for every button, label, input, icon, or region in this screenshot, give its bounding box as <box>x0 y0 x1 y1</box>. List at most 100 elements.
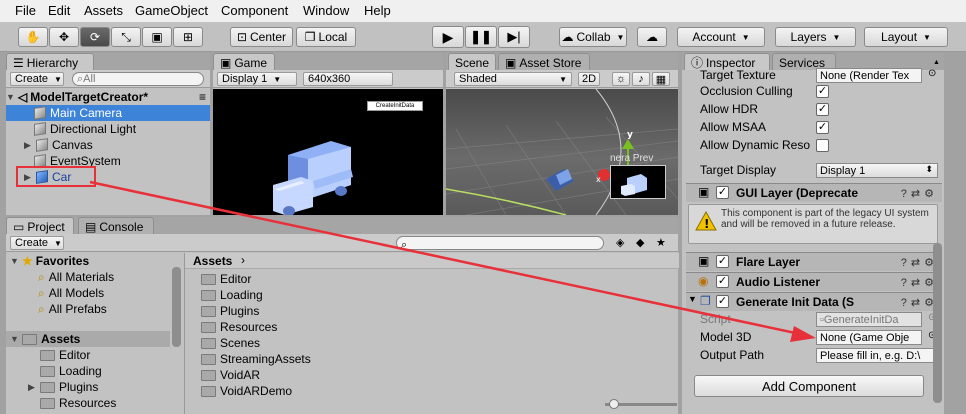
zoom-slider-thumb[interactable] <box>609 399 619 409</box>
scale-tool-button[interactable]: ⤡ <box>111 27 141 47</box>
mode-2d-toggle[interactable]: 2D <box>578 72 600 86</box>
menu-file[interactable]: File <box>15 3 36 18</box>
collab-dropdown[interactable]: ☁ Collab ▼ <box>559 27 627 47</box>
tree-folder-plugins[interactable]: ▶ Plugins <box>28 379 98 395</box>
folder-scenes[interactable]: Scenes <box>201 335 260 351</box>
audio-listener-header[interactable]: ◉ ✓ Audio Listener ?⇄⚙ <box>686 272 942 291</box>
filter-type-icon[interactable]: ◈ <box>616 236 624 249</box>
menu-gameobject[interactable]: GameObject <box>135 3 208 18</box>
generate-init-data-header[interactable]: ▼ ❐ ✓ Generate Init Data (S ?⇄⚙ <box>686 292 942 311</box>
layout-dropdown[interactable]: Layout ▼ <box>864 27 948 47</box>
expand-arrow-icon[interactable]: ▼ <box>688 294 697 304</box>
assets-tree-root[interactable]: ▼ Assets <box>6 331 170 347</box>
model-3d-field[interactable]: None (Game Obje <box>816 330 922 345</box>
hierarchy-item-canvas[interactable]: ▶ Canvas <box>6 137 210 153</box>
expand-arrow-icon[interactable]: ▶ <box>28 382 40 393</box>
allow-msaa-row: Allow MSAA ✓ <box>682 118 940 136</box>
folder-resources[interactable]: Resources <box>201 319 277 335</box>
menu-icon[interactable]: ≡ <box>199 90 206 104</box>
target-texture-field[interactable]: None (Render Tex <box>816 68 922 83</box>
game-viewport[interactable]: CreateInitData <box>213 89 443 216</box>
audio-listener-enabled-checkbox[interactable]: ✓ <box>716 275 729 288</box>
hierarchy-item-directional-light[interactable]: Directional Light <box>6 121 210 137</box>
folder-label: Loading <box>59 364 102 378</box>
pause-button[interactable]: ❚❚ <box>465 26 497 48</box>
tab-asset-store[interactable]: ▣ Asset Store <box>498 53 590 70</box>
create-init-data-button[interactable]: CreateInitData <box>367 101 423 111</box>
play-button[interactable]: ▶ <box>432 26 464 48</box>
transform-tool-button[interactable]: ⊞ <box>173 27 203 47</box>
cloud-icon: ☁ <box>646 30 658 44</box>
scroll-up-icon[interactable]: ▲ <box>933 59 941 66</box>
expand-arrow-icon: ▼ <box>6 92 15 102</box>
tab-project[interactable]: ▭ Project <box>6 217 74 234</box>
gui-layer-header[interactable]: ▣ ✓ GUI Layer (Deprecate ?⇄⚙ <box>686 183 942 202</box>
scene-viewport[interactable]: y z x nera Prev <box>445 88 679 216</box>
breadcrumb-assets[interactable]: Assets <box>193 254 232 268</box>
star-icon: ★ <box>22 254 33 268</box>
favorite-all-materials[interactable]: ⌕ All Materials <box>38 269 114 285</box>
allow-dynamic-resolution-checkbox[interactable] <box>816 139 829 152</box>
tab-console[interactable]: ▤ Console <box>78 217 154 234</box>
step-button[interactable]: ▶| <box>498 26 530 48</box>
menu-edit[interactable]: Edit <box>48 3 70 18</box>
favorite-all-prefabs[interactable]: ⌕ All Prefabs <box>38 301 107 317</box>
display-dropdown[interactable]: Display 1 ▼ <box>217 72 297 86</box>
object-picker-icon[interactable]: ⊙ <box>928 68 936 79</box>
layers-dropdown[interactable]: Layers ▼ <box>775 27 856 47</box>
filter-label-icon[interactable]: ◆ <box>636 236 644 249</box>
hierarchy-search-input[interactable]: ⌕All <box>72 72 204 86</box>
generate-init-data-enabled-checkbox[interactable]: ✓ <box>716 295 729 308</box>
tab-game[interactable]: ▣ Game <box>213 53 275 70</box>
add-component-button[interactable]: Add Component <box>694 375 924 397</box>
effects-toggle[interactable]: ▦ <box>652 72 670 86</box>
star-filter-icon[interactable]: ★ <box>656 236 666 249</box>
folder-streamingassets[interactable]: StreamingAssets <box>201 351 311 367</box>
space-local-toggle[interactable]: ❒ Local <box>296 27 356 47</box>
target-display-dropdown[interactable]: Display 1 ⬍ <box>816 163 938 178</box>
folder-editor[interactable]: Editor <box>201 271 251 287</box>
component-menu-icons[interactable]: ?⇄⚙ <box>901 187 938 200</box>
project-search-input[interactable]: ⌕ <box>396 236 604 251</box>
shading-dropdown[interactable]: Shaded ▼ <box>454 72 572 86</box>
audio-toggle[interactable]: ♪ <box>632 72 650 86</box>
folder-loading[interactable]: Loading <box>201 287 263 303</box>
resolution-dropdown[interactable]: 640x360 <box>303 72 393 86</box>
output-path-input[interactable]: Please fill in, e.g. D:\ <box>816 348 938 363</box>
tree-folder-resources[interactable]: Resources <box>40 395 116 411</box>
hierarchy-create-dropdown[interactable]: Create ▼ <box>10 72 64 86</box>
tab-scene[interactable]: Scene <box>448 53 496 70</box>
flare-layer-enabled-checkbox[interactable]: ✓ <box>716 255 729 268</box>
menu-component[interactable]: Component <box>221 3 288 18</box>
rotate-tool-button[interactable]: ⟳ <box>80 27 110 47</box>
project-create-dropdown[interactable]: Create ▼ <box>10 236 64 250</box>
gui-layer-enabled-checkbox[interactable]: ✓ <box>716 186 729 199</box>
folder-plugins[interactable]: Plugins <box>201 303 259 319</box>
folder-voidar[interactable]: VoidAR <box>201 367 260 383</box>
tree-folder-loading[interactable]: Loading <box>40 363 102 379</box>
occlusion-culling-checkbox[interactable]: ✓ <box>816 85 829 98</box>
rect-tool-button[interactable]: ▣ <box>142 27 172 47</box>
tree-scrollbar[interactable] <box>172 267 181 347</box>
move-tool-button[interactable]: ✥ <box>49 27 79 47</box>
pivot-center-toggle[interactable]: ⊡ Center <box>230 27 293 47</box>
hierarchy-item-main-camera[interactable]: Main Camera <box>6 105 210 121</box>
account-dropdown[interactable]: Account ▼ <box>677 27 765 47</box>
folder-voidardemo[interactable]: VoidARDemo <box>201 383 292 399</box>
lighting-toggle[interactable]: ☼ <box>612 72 630 86</box>
hand-tool-button[interactable]: ✋ <box>18 27 48 47</box>
expand-arrow-icon[interactable]: ▶ <box>24 140 36 151</box>
menu-assets[interactable]: Assets <box>84 3 123 18</box>
allow-hdr-checkbox[interactable]: ✓ <box>816 103 829 116</box>
cloud-button[interactable]: ☁ <box>637 27 667 47</box>
menu-window[interactable]: Window <box>303 3 349 18</box>
allow-msaa-checkbox[interactable]: ✓ <box>816 121 829 134</box>
tab-hierarchy[interactable]: ☰ Hierarchy <box>6 53 94 70</box>
menu-help[interactable]: Help <box>364 3 391 18</box>
favorite-all-models[interactable]: ⌕ All Models <box>38 285 104 301</box>
favorites-header[interactable]: ▼ ★ Favorites <box>10 253 89 269</box>
inspector-scrollbar[interactable] <box>933 243 942 403</box>
flare-layer-header[interactable]: ▣ ✓ Flare Layer ?⇄⚙ <box>686 252 942 271</box>
tree-folder-editor[interactable]: Editor <box>40 347 90 363</box>
scene-root-row[interactable]: ▼ ◁ ModelTargetCreator* ≡ <box>6 89 210 105</box>
